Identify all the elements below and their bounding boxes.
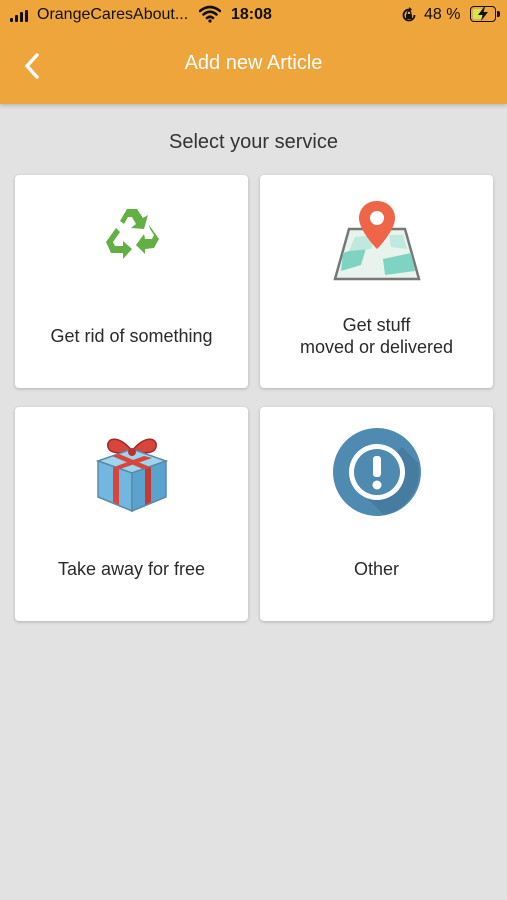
recycle-icon — [96, 201, 168, 272]
rotation-lock-icon — [401, 7, 417, 28]
gift-icon — [92, 427, 172, 520]
status-bar: OrangeCaresAbout... 18:08 48 % — [0, 0, 507, 32]
service-label: Other — [353, 559, 400, 579]
map-pin-icon — [331, 193, 423, 290]
battery-percent: 48 % — [424, 6, 461, 23]
wifi-icon — [198, 5, 222, 28]
battery-icon — [470, 6, 500, 22]
section-subtitle: Select your service — [169, 131, 338, 153]
service-label: Get rid of something — [50, 326, 213, 346]
status-time: 18:08 — [231, 6, 272, 23]
exclamation-icon — [332, 427, 422, 522]
service-label: Take away for free — [57, 559, 206, 579]
carrier-name: OrangeCaresAbout... — [37, 6, 189, 23]
service-label-line-2: moved or delivered — [299, 337, 454, 357]
service-card-move-deliver[interactable]: Get stuff moved or delivered — [260, 175, 493, 388]
page-title: Add new Article — [184, 52, 323, 74]
app-header: OrangeCaresAbout... 18:08 48 % Add new A… — [0, 0, 507, 104]
signal-icon — [10, 10, 28, 22]
service-card-take-away[interactable]: Take away for free — [15, 407, 248, 621]
service-card-get-rid[interactable]: Get rid of something — [15, 175, 248, 388]
service-card-other[interactable]: Other — [260, 407, 493, 621]
service-label: Get stuff moved or delivered — [266, 314, 487, 358]
service-label-line-1: Get stuff — [342, 315, 411, 335]
